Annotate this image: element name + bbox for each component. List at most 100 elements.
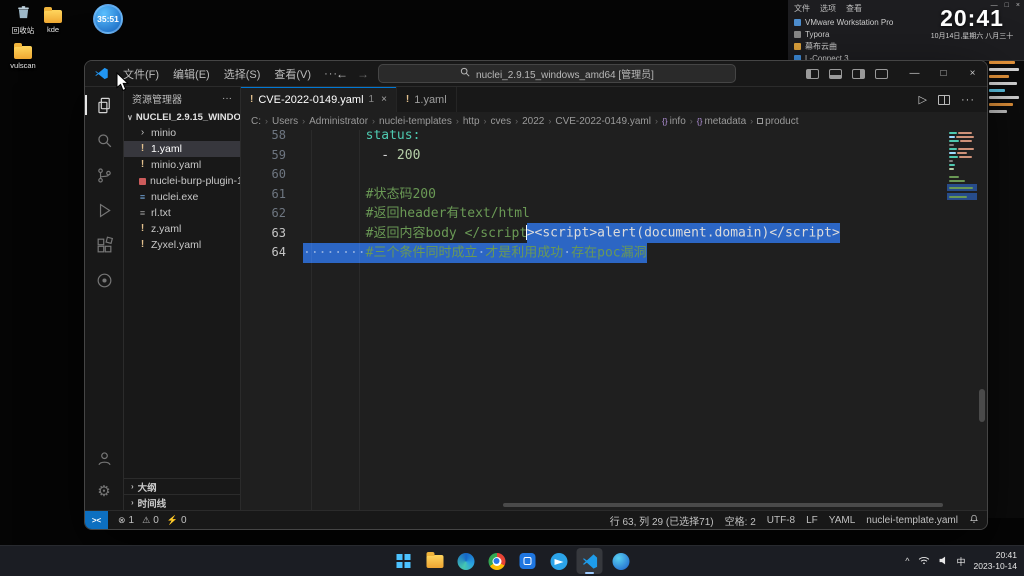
- volume-icon[interactable]: [938, 555, 949, 568]
- desktop-icon-folder[interactable]: kde: [36, 7, 70, 34]
- breadcrumb-item-cves[interactable]: cves: [491, 116, 512, 127]
- vscode-taskbar-button[interactable]: [576, 548, 603, 574]
- workspace-root-folder[interactable]: ∨ NUCLEI_2.9.15_WINDOWS...: [124, 110, 240, 125]
- breadcrumb-item-Users[interactable]: Users: [272, 116, 298, 127]
- start-button[interactable]: [391, 548, 417, 574]
- code-editor[interactable]: 58 59 60 61 62 63 64 status: - 200 #状态码200 #返回…: [241, 130, 987, 510]
- account-icon[interactable]: [93, 447, 115, 469]
- breadcrumb-item-http[interactable]: http: [463, 116, 480, 127]
- file-item-nuclei-burp-plugin-1....[interactable]: nuclei-burp-plugin-1....: [124, 173, 240, 189]
- indentation-setting[interactable]: 空格: 2: [725, 513, 756, 528]
- task-panel-menu[interactable]: 文件: [794, 3, 810, 14]
- breadcrumb-item-nuclei-templates[interactable]: nuclei-templates: [379, 116, 452, 127]
- editor-more-actions[interactable]: ···: [961, 94, 975, 106]
- messenger-app-button[interactable]: [546, 548, 572, 574]
- menu-编辑(E)[interactable]: 编辑(E): [166, 64, 217, 84]
- notifications-bell-icon[interactable]: [969, 514, 979, 527]
- file-item-minio.yaml[interactable]: ! minio.yaml: [124, 157, 240, 173]
- horizontal-scrollbar[interactable]: [503, 503, 943, 507]
- breadcrumb-item-metadata[interactable]: {} metadata: [697, 116, 746, 127]
- minimap[interactable]: [947, 132, 977, 200]
- file-explorer-button[interactable]: [422, 548, 448, 574]
- code-line-63[interactable]: #返回内容body </script><script>alert(documen…: [303, 223, 987, 243]
- network-icon[interactable]: [918, 556, 930, 567]
- breadcrumb-item-Administrator[interactable]: Administrator: [309, 116, 368, 127]
- code-line-59[interactable]: - 200: [303, 146, 987, 166]
- code-token: #状态码200: [365, 186, 436, 202]
- task-panel-app[interactable]: 幕布云曲: [794, 41, 924, 52]
- tab-CVE-2022-0149.yaml[interactable]: ! CVE-2022-0149.yaml 1 ×: [241, 87, 397, 112]
- code-line-60[interactable]: [303, 165, 987, 185]
- chrome-button[interactable]: [484, 548, 510, 574]
- file-item-minio[interactable]: › minio: [124, 125, 240, 141]
- nav-back-icon[interactable]: ←: [336, 67, 348, 81]
- breadcrumb-item-C:[interactable]: C:: [251, 116, 261, 127]
- customize-layout-icon[interactable]: [875, 68, 888, 79]
- source-control-icon[interactable]: [93, 164, 115, 186]
- file-item-z.yaml[interactable]: ! z.yaml: [124, 221, 240, 237]
- encoding-setting[interactable]: UTF-8: [767, 515, 795, 526]
- menu-选择(S)[interactable]: 选择(S): [217, 64, 268, 84]
- search-sidebar-icon[interactable]: [93, 129, 115, 151]
- eol-setting[interactable]: LF: [806, 515, 818, 526]
- code-line-58[interactable]: status:: [303, 130, 987, 146]
- breadcrumb-item-info[interactable]: {} info: [662, 116, 686, 127]
- toggle-secondary-sidebar-icon[interactable]: [852, 68, 865, 79]
- yaml-schema[interactable]: nuclei-template.yaml: [866, 515, 958, 526]
- vscode-titlebar[interactable]: 文件(F) 编辑(E) 选择(S) 查看(V) ··· ← → nuclei_2.9.…: [85, 61, 987, 87]
- nav-forward-icon[interactable]: →: [357, 67, 369, 81]
- file-name: nuclei-burp-plugin-1....: [150, 175, 240, 187]
- tab-1.yaml[interactable]: ! 1.yaml: [396, 87, 457, 112]
- code-line-61[interactable]: #状态码200: [303, 185, 987, 205]
- toggle-sidebar-icon[interactable]: [806, 68, 819, 79]
- explorer-icon[interactable]: [85, 94, 115, 116]
- cursor-position[interactable]: 行 63, 列 29 (已选择71): [610, 513, 714, 528]
- settings-gear-icon[interactable]: ⚙: [93, 480, 115, 502]
- edge-button[interactable]: [453, 548, 479, 574]
- sidebar-sections: › 大纲 › 时间线: [124, 478, 240, 510]
- language-mode[interactable]: YAML: [829, 515, 856, 526]
- task-panel-app[interactable]: Typora: [794, 29, 924, 40]
- remote-indicator[interactable]: ><: [85, 511, 108, 529]
- code-line-64[interactable]: ········#三个条件同时成立·才是利用成功·存在poc漏洞: [303, 242, 987, 263]
- menu-查看(V)[interactable]: 查看(V): [267, 64, 318, 84]
- blue-app-button[interactable]: [515, 548, 541, 574]
- toggle-panel-icon[interactable]: [829, 68, 842, 79]
- sidebar-more-button[interactable]: ···: [222, 93, 232, 104]
- problems-indicator[interactable]: ⊗ 1 ⚠ 0 ⚡ 0: [118, 515, 187, 526]
- close-button[interactable]: ×: [958, 61, 987, 86]
- file-item-1.yaml[interactable]: ! 1.yaml: [124, 141, 240, 157]
- desktop-icon-recycle-bin[interactable]: 回收站: [6, 4, 40, 36]
- task-panel-control[interactable]: ×: [1016, 2, 1020, 9]
- tray-expand-icon[interactable]: ^: [905, 556, 909, 566]
- browser-app-button[interactable]: [608, 548, 634, 574]
- sidebar-section-大纲[interactable]: › 大纲: [124, 478, 240, 494]
- task-panel-app[interactable]: VMware Workstation Pro: [794, 17, 924, 28]
- command-center-search[interactable]: nuclei_2.9.15_windows_amd64 [管理员]: [378, 64, 736, 83]
- task-panel-menu[interactable]: 选项: [820, 3, 836, 14]
- file-item-rl.txt[interactable]: ≡ rl.txt: [124, 205, 240, 221]
- recycle-bin-icon: [15, 4, 32, 23]
- vertical-scrollbar[interactable]: [979, 389, 985, 422]
- tray-clock[interactable]: 20:41 2023-10-14: [974, 550, 1017, 571]
- desktop-icon-folder[interactable]: vulscan: [6, 43, 40, 70]
- file-item-nuclei.exe[interactable]: ≡ nuclei.exe: [124, 189, 240, 205]
- maximize-button[interactable]: □: [929, 61, 958, 86]
- breadcrumb-item-2022[interactable]: 2022: [522, 116, 544, 127]
- task-panel-menu[interactable]: 查看: [846, 3, 862, 14]
- breadcrumb-item-product[interactable]: product: [757, 116, 799, 127]
- minimize-button[interactable]: —: [900, 61, 929, 86]
- breadcrumb-item-CVE-2022-0149.yaml[interactable]: CVE-2022-0149.yaml: [555, 116, 651, 127]
- sidebar-section-时间线[interactable]: › 时间线: [124, 494, 240, 510]
- ime-indicator[interactable]: 中: [957, 555, 966, 568]
- file-item-Zyxel.yaml[interactable]: ! Zyxel.yaml: [124, 237, 240, 253]
- remote-explorer-icon[interactable]: [93, 269, 115, 291]
- code-token: ><script>alert(document.domain)</script>: [526, 223, 840, 243]
- recording-timer[interactable]: 35:51: [93, 4, 123, 34]
- code-line-62[interactable]: #返回header有text/html: [303, 204, 987, 224]
- run-button[interactable]: ▷: [919, 93, 927, 106]
- run-debug-icon[interactable]: [93, 199, 115, 221]
- extensions-icon[interactable]: [93, 234, 115, 256]
- tab-close-icon[interactable]: ×: [381, 94, 387, 105]
- split-editor-icon[interactable]: [938, 94, 950, 105]
